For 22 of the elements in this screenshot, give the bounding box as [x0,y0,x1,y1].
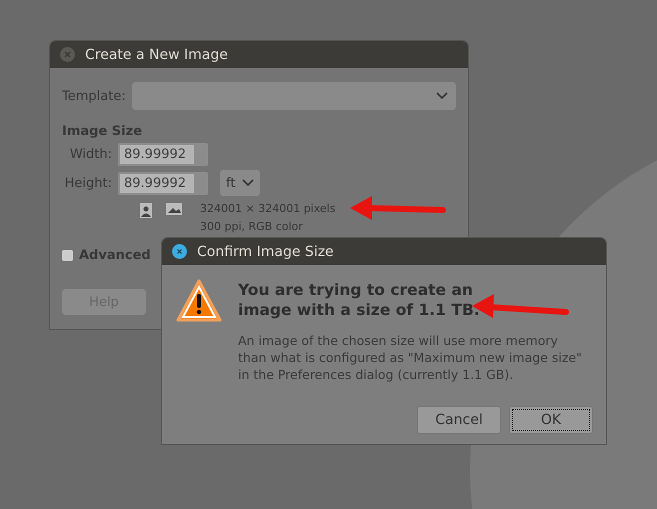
landscape-icon[interactable] [166,203,182,215]
close-icon[interactable] [172,244,187,259]
dialog-title: Confirm Image Size [197,244,334,260]
portrait-icon[interactable] [140,203,152,218]
field-label: Width: [68,147,112,162]
resolution-text: 300 ppi, RGB color [200,219,304,235]
dialog-heading: You are trying to create an image with a size of 1.1 TB. [238,280,481,320]
pixel-size-text: 324001 × 324001 pixels [200,201,336,217]
chevron-icon [242,179,254,187]
cancel-button[interactable]: Cancel [417,406,501,434]
height-spinbox[interactable]: 89.99992 [118,172,208,194]
warning-icon [176,279,222,323]
width-spinbox[interactable]: 89.99992 [118,143,208,166]
field-label: Height: [64,176,112,190]
dialog-message: An image of the chosen size will use more memory than what is configured as "Maximum new image size" in the Preferences dialog (currently 1.1 GB). [238,332,583,383]
ok-button[interactable]: OK [509,406,593,434]
advanced-options-label[interactable]: Advanced [79,248,151,263]
section-title: Image Size [62,124,144,139]
window-title: Create a New Image [85,46,228,62]
unit-dropdown[interactable]: ft [220,170,260,196]
field-label: Template: [62,88,126,104]
chevron-icon [436,92,448,100]
